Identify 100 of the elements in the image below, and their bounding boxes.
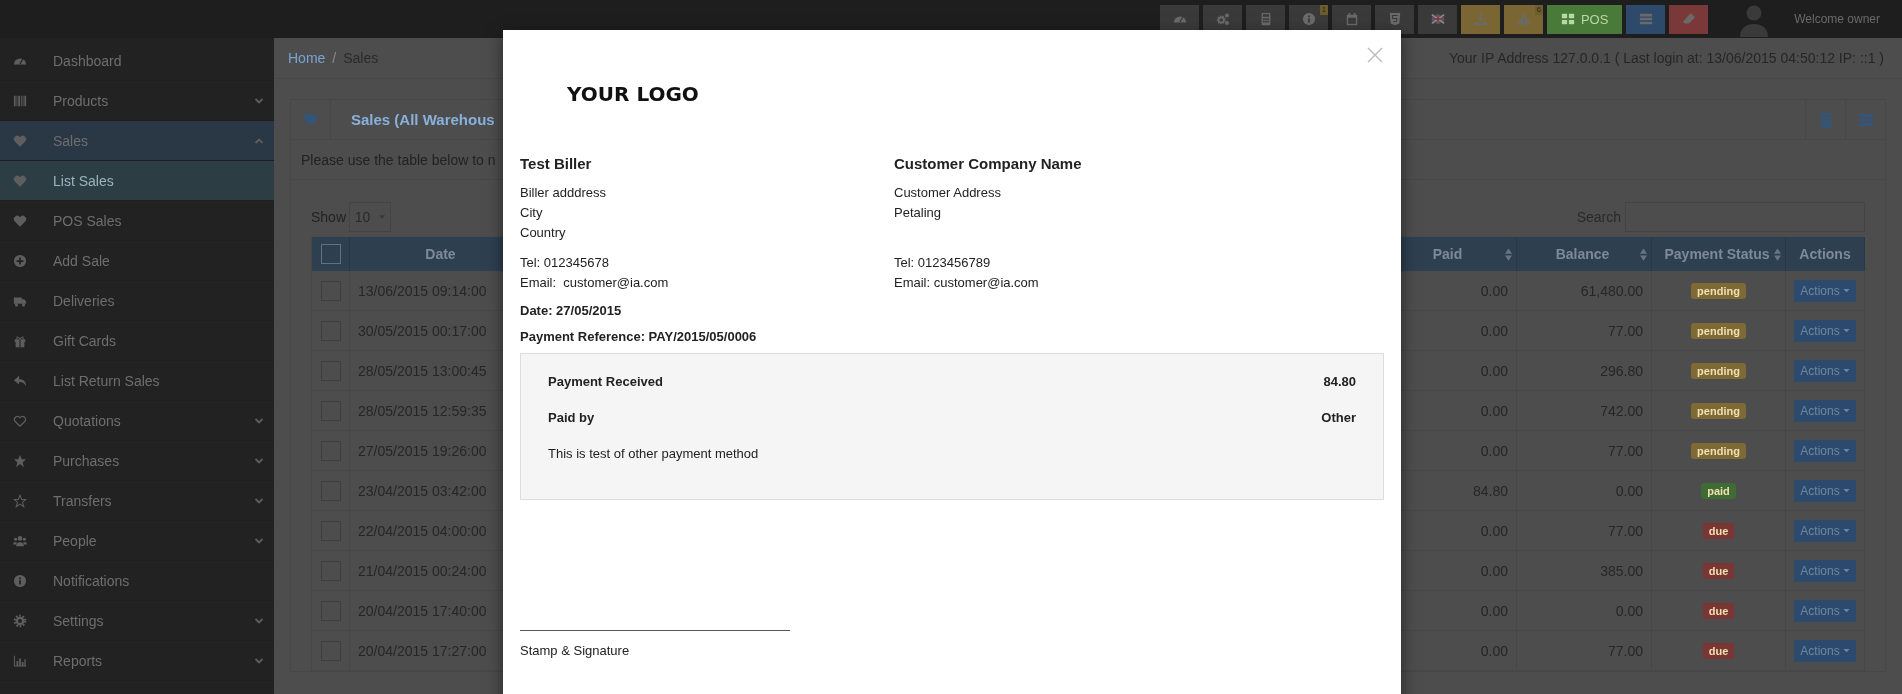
payment-date: Date: 27/05/2015 [520,303,622,318]
actions-button[interactable]: Actions [1794,279,1856,302]
heart-icon [13,213,27,228]
caret-icon [1842,448,1850,453]
heart-icon [13,173,27,188]
sidebar-item[interactable]: Transfers [0,481,274,521]
download-icon [1473,12,1488,26]
status-badge: pending [1691,442,1746,459]
toolbar-button[interactable] [1375,4,1415,34]
info-icon [13,573,27,588]
sidebar-item[interactable]: Quotations [0,401,274,441]
breadcrumb-separator: / [332,50,337,66]
status-badge: paid [1701,482,1736,499]
calendar-icon [1344,12,1359,26]
users-icon [13,533,27,548]
barcode-icon [13,93,27,108]
sidebar-item[interactable]: List Return Sales [0,361,274,401]
sidebar-item[interactable]: POS Sales [0,201,274,241]
actions-button[interactable]: Actions [1794,519,1856,542]
star-outline-icon [13,493,27,508]
caret-icon [1842,368,1850,373]
toolbar-button[interactable]: POS [1547,4,1623,34]
caret-icon [1842,488,1850,493]
reply-arrow-icon [13,373,27,388]
sidebar-item[interactable]: Gift Cards [0,321,274,361]
address-line: Petaling [894,205,941,220]
caret-icon [1842,288,1850,293]
welcome-text: Welcome owner [1794,12,1880,26]
column-header[interactable]: Balance [1525,246,1640,262]
payment-label: Payment Received [548,374,663,390]
address-line: City [520,205,543,220]
eraser-icon [1681,12,1696,26]
actions-button[interactable]: Actions [1794,359,1856,382]
gear-icon [13,613,27,628]
payment-label: Paid by [548,410,595,426]
shield-icon [1387,12,1402,26]
payment-value: 84.80 [1323,374,1356,390]
status-badge: pending [1691,282,1746,299]
actions-button[interactable]: Actions [1794,559,1856,582]
heart-icon [13,133,27,148]
column-header[interactable]: Actions [1799,246,1851,262]
list-icon [1638,12,1653,26]
actions-button[interactable]: Actions [1794,439,1856,462]
sidebar-item[interactable]: Dashboard [0,41,274,81]
sidebar-item[interactable]: Reports [0,641,274,681]
caret-icon [1842,408,1850,413]
actions-button[interactable]: Actions [1794,479,1856,502]
status-badge: due [1702,522,1735,539]
payment-value: Other [1321,410,1356,426]
actions-button[interactable]: Actions [1794,599,1856,622]
grid-icon [1560,12,1575,26]
phone-text: Tel: 012345678 [520,255,609,270]
sidebar-item[interactable]: Sales [0,121,274,161]
sidebar-item[interactable]: Deliveries [0,281,274,321]
email-text: Email: customer@ia.com [894,275,1039,290]
sidebar-item[interactable]: List Sales [0,161,274,201]
party-name: Test Biller [520,154,593,174]
phone-text: Tel: 0123456789 [894,255,991,270]
checkbox[interactable] [320,244,341,264]
address-line: Biller adddress [520,185,606,200]
status-badge: due [1702,602,1735,619]
column-header[interactable]: Payment Status [1660,246,1774,262]
sidebar-item[interactable]: Notifications [0,561,274,601]
gears-icon [1215,12,1230,26]
address-line: Customer Address [894,185,1001,200]
plus-circle-icon [13,253,27,268]
warning-icon [1516,12,1531,26]
actions-button[interactable]: Actions [1794,399,1856,422]
bar-chart-icon [13,653,27,668]
payment-note: This is test of other payment method [548,446,759,461]
close-icon[interactable] [1367,47,1383,63]
status-badge: due [1702,642,1735,659]
actions-button[interactable]: Actions [1794,639,1856,662]
flag-icon [1430,12,1445,26]
status-badge: pending [1691,322,1746,339]
caret-icon [1842,648,1850,653]
breadcrumb-link[interactable]: Home [288,50,326,66]
email-text: Email: customer@ia.com [520,275,669,290]
gift-icon [13,333,27,348]
caret-icon [1842,528,1850,533]
sidebar-item[interactable]: People [0,521,274,561]
sidebar-item[interactable]: Purchases [0,441,274,481]
sidebar-item[interactable]: Add Sale [0,241,274,281]
sidebar-item[interactable]: Settings [0,601,274,641]
logo-text: YOUR LOGO [567,82,700,106]
signature-label: Stamp & Signature [520,643,630,658]
column-header[interactable]: Date [425,246,456,262]
panel-title: Sales (All Warehous [351,111,495,128]
caret-icon [1842,608,1850,613]
payment-reference: Payment Reference: PAY/2015/05/0006 [520,329,757,344]
heart-icon [303,112,318,127]
actions-button[interactable]: Actions [1794,319,1856,342]
heart-outline-icon [13,413,27,428]
party-name: Customer Company Name [894,154,1083,174]
caret-icon [1842,328,1850,333]
menu-icon [1857,111,1874,128]
status-badge: pending [1691,402,1746,419]
status-badge: due [1702,562,1735,579]
star-icon [13,453,27,468]
info-icon [1301,12,1316,26]
